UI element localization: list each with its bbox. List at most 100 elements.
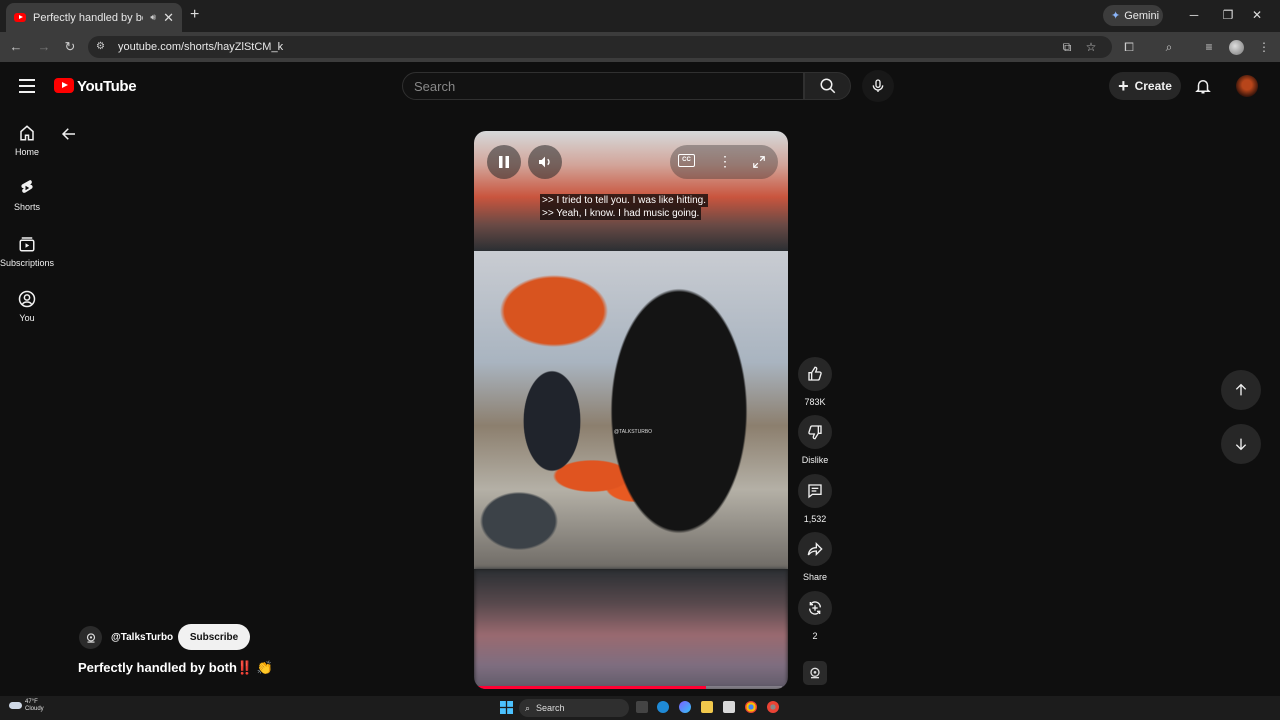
- media-control-icon[interactable]: ≡: [1202, 40, 1216, 54]
- search-placeholder: Search: [414, 79, 456, 94]
- forward-button[interactable]: →: [37, 40, 51, 54]
- video-frame: [474, 251, 788, 569]
- weather-condition: Cloudy: [25, 706, 44, 712]
- browser-menu-icon[interactable]: ⋮: [1257, 40, 1271, 54]
- comment-icon: [808, 484, 822, 499]
- channel-avatar[interactable]: [79, 626, 102, 649]
- sidebar-item-you[interactable]: You: [0, 290, 54, 323]
- remix-icon: [808, 601, 822, 615]
- taskbar-search[interactable]: ⌕ Search: [519, 699, 629, 717]
- install-app-icon[interactable]: ⧉: [1060, 40, 1074, 54]
- sidebar-item-shorts[interactable]: Shorts: [0, 179, 54, 212]
- like-count: 783K: [804, 397, 826, 407]
- you-icon: [18, 290, 36, 308]
- search-icon: ⌕: [525, 702, 531, 713]
- site-info-icon[interactable]: ⚙︎: [96, 41, 105, 52]
- previous-short-button[interactable]: [1221, 370, 1261, 410]
- file-explorer-icon[interactable]: [701, 701, 713, 713]
- hamburger-menu-icon[interactable]: [19, 79, 35, 93]
- share-button[interactable]: Share: [798, 532, 832, 582]
- more-options-icon[interactable]: ⋮: [718, 153, 732, 170]
- gemini-button[interactable]: ✦ Gemini: [1103, 5, 1163, 26]
- comment-count: 1,532: [803, 514, 827, 524]
- subscribe-button[interactable]: Subscribe: [178, 624, 250, 650]
- gemini-sparkle-icon: ✦: [1111, 10, 1121, 22]
- copilot-icon[interactable]: [679, 701, 691, 713]
- store-icon[interactable]: [723, 701, 735, 713]
- like-button[interactable]: 783K: [798, 357, 832, 407]
- tab-title: Perfectly handled by both‼️ 👏: [33, 12, 143, 24]
- search-button[interactable]: [804, 72, 851, 100]
- pause-icon: [499, 156, 509, 168]
- caption-line: >> I tried to tell you. I was like hitti…: [540, 194, 708, 207]
- bookmark-star-icon[interactable]: ☆: [1084, 40, 1098, 54]
- plus-icon: +: [1118, 76, 1129, 96]
- url-text[interactable]: youtube.com/shorts/hayZlStCM_k: [118, 41, 283, 53]
- back-arrow-icon[interactable]: [60, 125, 78, 143]
- channel-logo-icon: [86, 632, 95, 643]
- search-input[interactable]: [402, 72, 804, 100]
- remix-count: 2: [812, 631, 818, 641]
- dislike-button[interactable]: Dislike: [798, 415, 832, 465]
- task-view-icon[interactable]: [636, 701, 648, 713]
- sidebar-item-label: You: [19, 313, 35, 323]
- tab-close-icon[interactable]: ✕: [163, 10, 174, 26]
- voice-search-button[interactable]: [862, 70, 894, 102]
- fullscreen-icon[interactable]: [752, 155, 766, 169]
- video-progress-fill: [476, 686, 706, 689]
- profile-avatar[interactable]: [1229, 40, 1244, 55]
- volume-icon: [539, 156, 550, 168]
- comments-button[interactable]: 1,532: [798, 474, 832, 524]
- subscriptions-icon: [19, 237, 35, 252]
- close-window-button[interactable]: ✕: [1250, 8, 1264, 22]
- weather-widget[interactable]: 47°F Cloudy: [25, 699, 44, 713]
- windows-start-icon[interactable]: [500, 701, 513, 714]
- create-button[interactable]: + Create: [1109, 72, 1181, 100]
- channel-logo-icon: [810, 667, 820, 679]
- chrome-icon[interactable]: [745, 701, 757, 713]
- remix-button[interactable]: 2: [798, 591, 832, 641]
- sidebar-item-label: Shorts: [13, 202, 40, 212]
- thumbs-up-icon: [808, 366, 822, 381]
- youtube-logo-icon[interactable]: [54, 78, 74, 93]
- extensions-icon[interactable]: ⧠: [1122, 40, 1136, 54]
- reload-button[interactable]: ↻: [63, 40, 77, 54]
- browser-tab[interactable]: Perfectly handled by both‼️ 👏 🔊︎ ✕: [6, 3, 182, 32]
- shorts-video-player[interactable]: @TALKSTURBO CC ⋮ >> I tried to tell you.…: [474, 131, 788, 689]
- minimize-button[interactable]: ─: [1187, 8, 1201, 22]
- chrome-alt-icon[interactable]: [767, 701, 779, 713]
- dislike-label: Dislike: [801, 455, 829, 465]
- restore-button[interactable]: ❐: [1221, 8, 1235, 22]
- player-controls-pill: CC ⋮: [670, 145, 778, 179]
- next-short-button[interactable]: [1221, 424, 1261, 464]
- share-icon: [807, 542, 823, 556]
- temperature: 47°F: [25, 699, 38, 705]
- account-avatar[interactable]: [1236, 75, 1258, 97]
- video-progress-bar[interactable]: [476, 686, 782, 689]
- speaker-icon: 🔊︎: [150, 12, 157, 22]
- channel-handle[interactable]: @TalksTurbo: [111, 632, 173, 643]
- short-title: Perfectly handled by both‼️ 👏: [78, 660, 273, 675]
- captions-button[interactable]: CC: [678, 154, 695, 167]
- back-button[interactable]: ←: [9, 40, 23, 54]
- gemini-label: Gemini: [1124, 9, 1160, 22]
- thumbs-down-icon: [808, 425, 822, 440]
- edge-icon[interactable]: [657, 701, 669, 713]
- arrow-down-icon: [1235, 438, 1247, 451]
- sidebar-item-subscriptions[interactable]: Subscriptions: [0, 235, 54, 268]
- caption-line: >> Yeah, I know. I had music going.: [540, 207, 702, 220]
- cloud-icon[interactable]: [9, 702, 22, 709]
- taskbar-search-label: Search: [536, 703, 565, 713]
- home-icon: [20, 125, 34, 141]
- notifications-bell-icon[interactable]: [1194, 77, 1212, 95]
- volume-button[interactable]: [528, 145, 562, 179]
- tab-search-icon[interactable]: ⌕: [1162, 40, 1176, 54]
- sidebar-item-label: Home: [14, 147, 39, 157]
- sidebar-item-home[interactable]: Home: [0, 124, 54, 157]
- channel-thumbnail[interactable]: [803, 661, 827, 685]
- pause-button[interactable]: [487, 145, 521, 179]
- youtube-logo-text[interactable]: YouTube: [77, 78, 137, 95]
- arrow-up-icon: [1235, 383, 1247, 396]
- new-tab-button[interactable]: +: [190, 7, 206, 23]
- video-frame-bottom: [474, 569, 788, 689]
